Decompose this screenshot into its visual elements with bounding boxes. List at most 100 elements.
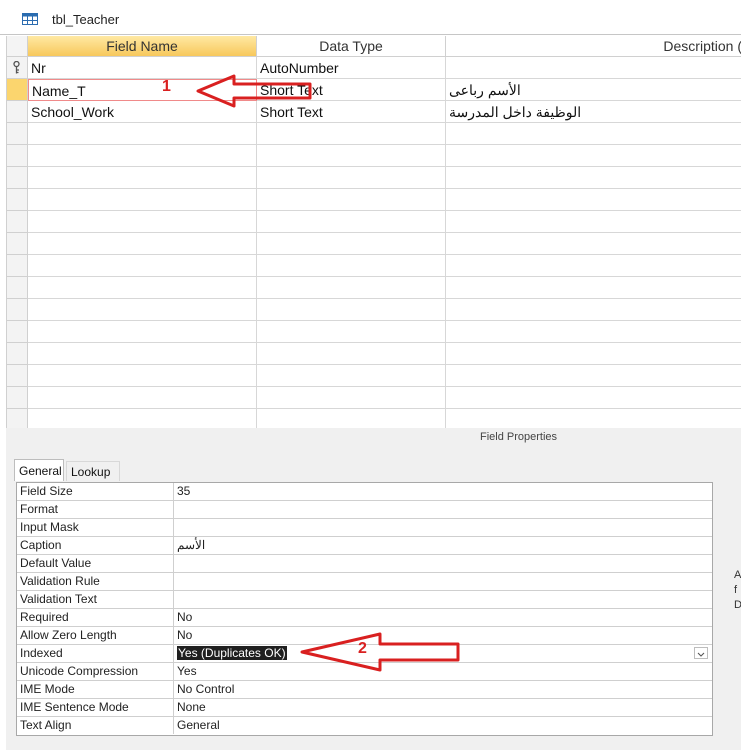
data-type-cell[interactable] [257, 145, 446, 167]
description-cell[interactable] [446, 277, 741, 299]
data-type-cell[interactable] [257, 343, 446, 365]
property-value[interactable] [174, 555, 711, 572]
property-row[interactable]: Format [17, 501, 712, 519]
row-selector[interactable] [7, 101, 28, 123]
description-cell[interactable] [446, 167, 741, 189]
empty-row[interactable] [7, 255, 741, 277]
property-row[interactable]: Validation Text [17, 591, 712, 609]
empty-row[interactable] [7, 123, 741, 145]
row-selector[interactable] [7, 123, 28, 145]
property-row[interactable]: Default Value [17, 555, 712, 573]
description-cell[interactable] [446, 321, 741, 343]
data-type-cell[interactable] [257, 321, 446, 343]
empty-row[interactable] [7, 321, 741, 343]
data-type-cell[interactable] [257, 387, 446, 409]
row-selector[interactable] [7, 145, 28, 167]
empty-row[interactable] [7, 211, 741, 233]
field-name-cell[interactable] [28, 321, 257, 343]
tab-lookup[interactable]: Lookup [66, 461, 120, 481]
description-cell[interactable] [446, 57, 741, 79]
description-cell[interactable] [446, 233, 741, 255]
property-row[interactable]: Required No [17, 609, 712, 627]
data-type-cell[interactable] [257, 123, 446, 145]
row-selector[interactable] [7, 189, 28, 211]
property-row[interactable]: Input Mask [17, 519, 712, 537]
property-value[interactable] [174, 519, 711, 536]
property-value[interactable] [174, 501, 711, 518]
property-row[interactable]: Field Size 35 [17, 483, 712, 501]
row-selector[interactable] [7, 299, 28, 321]
property-value[interactable]: General [174, 717, 711, 734]
field-name-header[interactable]: Field Name [28, 36, 257, 57]
property-value[interactable]: No Control [174, 681, 711, 698]
property-row[interactable]: Text Align General [17, 717, 712, 735]
property-value[interactable]: الأسم [174, 537, 711, 554]
data-type-header[interactable]: Data Type [257, 36, 446, 57]
field-name-cell[interactable] [28, 123, 257, 145]
field-name-cell[interactable] [28, 343, 257, 365]
data-type-cell[interactable] [257, 189, 446, 211]
tab-general[interactable]: General [14, 459, 64, 481]
data-type-cell[interactable] [257, 277, 446, 299]
field-name-cell[interactable] [28, 145, 257, 167]
data-type-cell[interactable] [257, 167, 446, 189]
property-value[interactable] [174, 591, 711, 608]
data-type-cell[interactable] [257, 233, 446, 255]
empty-row[interactable] [7, 387, 741, 409]
data-type-cell[interactable] [257, 365, 446, 387]
field-name-cell[interactable] [28, 167, 257, 189]
row-selector[interactable] [7, 255, 28, 277]
description-cell[interactable] [446, 387, 741, 409]
row-selector[interactable] [7, 343, 28, 365]
description-cell[interactable]: الأسم رباعى [446, 79, 741, 101]
field-row[interactable]: School_Work Short Text الوظيفة داخل المد… [7, 101, 741, 123]
description-header[interactable]: Description ( [446, 36, 741, 57]
row-selector[interactable] [7, 167, 28, 189]
row-selector[interactable] [7, 233, 28, 255]
empty-row[interactable] [7, 343, 741, 365]
empty-row[interactable] [7, 233, 741, 255]
row-selector-header[interactable] [7, 36, 28, 57]
description-cell[interactable]: الوظيفة داخل المدرسة [446, 101, 741, 123]
data-type-cell[interactable] [257, 211, 446, 233]
property-value[interactable]: No [174, 609, 711, 626]
row-selector[interactable] [7, 387, 28, 409]
field-name-cell[interactable] [28, 211, 257, 233]
data-type-cell[interactable] [257, 255, 446, 277]
description-cell[interactable] [446, 343, 741, 365]
row-selector[interactable] [7, 321, 28, 343]
field-name-cell[interactable] [28, 233, 257, 255]
description-cell[interactable] [446, 299, 741, 321]
table-tab[interactable]: tbl_Teacher [4, 5, 134, 34]
property-row[interactable]: Validation Rule [17, 573, 712, 591]
field-name-cell[interactable] [28, 387, 257, 409]
empty-row[interactable] [7, 277, 741, 299]
data-type-cell[interactable] [257, 299, 446, 321]
property-value[interactable]: None [174, 699, 711, 716]
empty-row[interactable] [7, 145, 741, 167]
chevron-down-icon[interactable] [694, 647, 708, 659]
row-selector[interactable] [7, 211, 28, 233]
field-name-cell[interactable] [28, 189, 257, 211]
row-selector[interactable] [7, 365, 28, 387]
row-selector[interactable] [7, 57, 28, 79]
empty-row[interactable] [7, 167, 741, 189]
property-row[interactable]: IME Sentence Mode None [17, 699, 712, 717]
field-name-cell[interactable] [28, 255, 257, 277]
empty-row[interactable] [7, 365, 741, 387]
property-value[interactable] [174, 573, 711, 590]
property-value[interactable]: 35 [174, 483, 711, 500]
row-selector-current[interactable] [7, 79, 28, 101]
description-cell[interactable] [446, 189, 741, 211]
property-row[interactable]: IME Mode No Control [17, 681, 712, 699]
description-cell[interactable] [446, 365, 741, 387]
description-cell[interactable] [446, 123, 741, 145]
description-cell[interactable] [446, 255, 741, 277]
field-row[interactable]: Name_T Short Text الأسم رباعى [7, 79, 741, 101]
field-name-cell[interactable] [28, 299, 257, 321]
field-name-cell[interactable] [28, 365, 257, 387]
field-row[interactable]: Nr AutoNumber [7, 57, 741, 79]
row-selector[interactable] [7, 277, 28, 299]
empty-row[interactable] [7, 189, 741, 211]
property-row[interactable]: Caption الأسم [17, 537, 712, 555]
